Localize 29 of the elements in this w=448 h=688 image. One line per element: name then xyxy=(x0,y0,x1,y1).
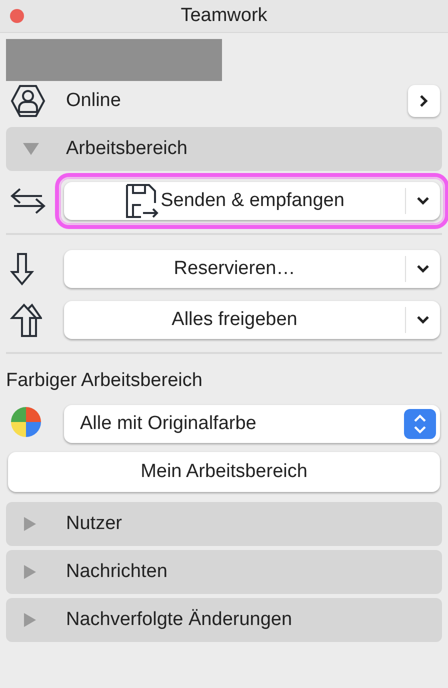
four-colors-icon xyxy=(10,406,42,438)
section-header[interactable]: Nutzer xyxy=(6,502,442,546)
arrow-down-icon xyxy=(10,252,34,286)
section-title: Nachverfolgte Änderungen xyxy=(66,609,292,631)
my-workspace-button[interactable]: Mein Arbeitsbereich xyxy=(8,452,440,492)
chevron-right-icon xyxy=(419,94,429,108)
section-title: Arbeitsbereich xyxy=(66,138,188,160)
status-label: Online xyxy=(66,90,122,112)
close-button[interactable] xyxy=(10,9,24,23)
split-button[interactable]: Reservieren… xyxy=(64,250,440,288)
forward-button[interactable] xyxy=(408,85,440,117)
chevron-down-icon xyxy=(416,264,430,274)
section-header[interactable]: Nachverfolgte Änderungen xyxy=(6,598,442,642)
swap-arrows-icon xyxy=(10,187,46,215)
section-title: Nutzer xyxy=(66,513,122,535)
color-mode-select[interactable]: Alle mit Originalfarbe xyxy=(64,405,440,443)
section-header[interactable]: Arbeitsbereich xyxy=(6,127,442,171)
chevron-down-icon xyxy=(416,196,430,206)
section-title: Nachrichten xyxy=(66,561,168,583)
user-hexagon-icon xyxy=(10,84,46,118)
chevron-down-icon xyxy=(416,315,430,325)
triangle-down-icon xyxy=(22,141,40,157)
window-title: Teamwork xyxy=(180,5,268,27)
up-down-chevron-icon xyxy=(413,413,427,435)
split-button[interactable]: Senden & empfangen xyxy=(64,182,440,220)
section-header[interactable]: Nachrichten xyxy=(6,550,442,594)
section-heading: Farbiger Arbeitsbereich xyxy=(6,370,204,393)
split-button[interactable]: Alles freigeben xyxy=(64,301,440,339)
double-arrow-up-icon xyxy=(10,302,42,338)
